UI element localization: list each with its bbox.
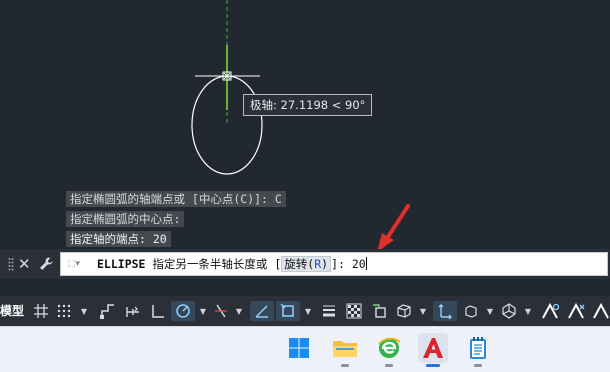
infer-constraints-icon[interactable] [97, 301, 119, 321]
file-explorer-icon[interactable] [330, 333, 360, 367]
model-tab[interactable]: 模型 [0, 302, 24, 320]
status-bar: 模型 ▼ ▼ ▼ ▼ ▼ ▼ ▼ [0, 296, 610, 326]
command-history-line: 指定椭圆弧的中心点: [66, 211, 185, 227]
windows-start-icon[interactable] [284, 333, 314, 363]
chevron-down-icon[interactable]: ▼ [417, 301, 429, 321]
object-snap-tracking-icon[interactable] [250, 301, 274, 321]
chevron-down-icon[interactable]: ▼ [484, 301, 496, 321]
annotation-scale-icon[interactable] [592, 301, 610, 321]
browser-icon[interactable] [374, 333, 404, 367]
transparency-icon[interactable] [343, 301, 365, 321]
auto-scale-icon[interactable] [566, 301, 588, 321]
red-arrow-annotation [377, 204, 410, 249]
command-history-line: 指定椭圆弧的轴端点或 [中心点(C)]: C [66, 191, 286, 207]
selection-filter-icon[interactable] [460, 301, 482, 321]
command-line-bar: ✕ ⬚▾ ELLIPSE 指定另一条半轴长度或 [旋转(R)]: 20 [0, 249, 610, 279]
command-prompt: 指定另一条半轴长度或 [ [152, 257, 282, 271]
recent-commands-dropdown-icon[interactable]: ⬚▾ [67, 253, 80, 275]
autocad-icon[interactable] [418, 333, 448, 367]
rotation-option[interactable]: 旋转(R) [281, 256, 332, 272]
object-snap-icon[interactable] [276, 301, 300, 321]
annotation-visibility-icon[interactable] [540, 301, 562, 321]
selection-cycling-icon[interactable] [368, 301, 390, 321]
close-icon[interactable]: ✕ [18, 253, 31, 275]
chevron-down-icon[interactable]: ▼ [522, 301, 534, 321]
dynamic-input-icon[interactable] [122, 301, 144, 321]
chevron-down-icon[interactable]: ▼ [302, 301, 314, 321]
snap-icon[interactable] [54, 301, 74, 321]
polar-tooltip: 极轴: 27.1198 < 90° [243, 94, 373, 116]
notepad-icon[interactable] [463, 333, 493, 367]
drawing-canvas[interactable]: 极轴: 27.1198 < 90° 指定椭圆弧的轴端点或 [中心点(C)]: C… [0, 0, 610, 249]
text-cursor [365, 257, 367, 270]
grid-icon[interactable] [31, 301, 51, 321]
chevron-down-icon[interactable]: ▼ [197, 301, 209, 321]
chevron-down-icon[interactable]: ▼ [77, 301, 91, 321]
ortho-icon[interactable] [147, 301, 169, 321]
windows-taskbar [0, 326, 610, 372]
chevron-down-icon[interactable]: ▼ [233, 301, 245, 321]
dynamic-ucs-icon[interactable] [433, 301, 457, 321]
command-prompt-end: ]: [331, 257, 345, 271]
canvas-bottom-strip [0, 279, 610, 296]
gizmo-icon[interactable] [498, 301, 520, 321]
command-input[interactable]: ⬚▾ ELLIPSE 指定另一条半轴长度或 [旋转(R)]: 20 [60, 252, 608, 276]
lineweight-icon[interactable] [318, 301, 340, 321]
command-input-value[interactable]: 20 [352, 257, 366, 271]
command-history-line: 指定轴的端点: 20 [66, 231, 171, 247]
command-name: ELLIPSE [97, 257, 146, 271]
wrench-icon[interactable] [38, 253, 54, 278]
polar-tracking-icon[interactable] [171, 301, 195, 321]
3d-object-snap-icon[interactable] [393, 301, 415, 321]
isodraft-icon[interactable] [210, 301, 232, 321]
drag-handle-icon[interactable] [8, 257, 14, 271]
